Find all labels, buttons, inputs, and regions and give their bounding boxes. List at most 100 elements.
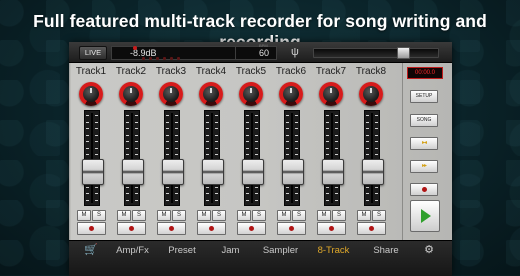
shopping-cart-icon[interactable]: 🛒 bbox=[75, 241, 107, 260]
volume-fader[interactable] bbox=[82, 110, 104, 206]
track-strip: Track7 M S bbox=[312, 66, 350, 238]
mute-button[interactable]: M bbox=[197, 210, 211, 221]
live-button[interactable]: LIVE bbox=[79, 46, 107, 60]
fader-scale-tick bbox=[326, 147, 329, 149]
fader-cap[interactable] bbox=[122, 159, 144, 185]
song-button[interactable]: SONG bbox=[410, 114, 438, 127]
fader-scale-tick bbox=[286, 154, 289, 155]
fader-scale-tick bbox=[335, 154, 338, 155]
record-arm-icon[interactable] bbox=[357, 222, 386, 235]
solo-button[interactable]: S bbox=[372, 210, 386, 221]
fader-scale-tick bbox=[326, 141, 329, 142]
fader-scale-tick bbox=[166, 115, 169, 116]
nav-tab-8track[interactable]: 8-Track bbox=[307, 241, 360, 260]
mute-button[interactable]: M bbox=[77, 210, 91, 221]
solo-button[interactable]: S bbox=[292, 210, 306, 221]
track-strip: Track1 M S bbox=[72, 66, 110, 238]
record-arm-icon[interactable] bbox=[237, 222, 266, 235]
fader-scale-tick bbox=[326, 186, 329, 188]
solo-button[interactable]: S bbox=[92, 210, 106, 221]
setup-button[interactable]: SETUP bbox=[410, 90, 438, 103]
solo-button[interactable]: S bbox=[132, 210, 146, 221]
fader-scale-tick bbox=[286, 186, 289, 188]
nav-tab-ampfx[interactable]: Amp/Fx bbox=[108, 241, 157, 260]
fader-cap[interactable] bbox=[362, 159, 384, 185]
pan-knob-icon[interactable] bbox=[159, 82, 183, 106]
fader-scale-tick bbox=[86, 147, 89, 149]
volume-fader[interactable] bbox=[122, 110, 144, 206]
fader-scale-tick bbox=[326, 121, 329, 123]
record-arm-icon[interactable] bbox=[77, 222, 106, 235]
fader-scale-tick bbox=[295, 193, 298, 194]
record-arm-icon[interactable] bbox=[317, 222, 346, 235]
nav-tab-preset[interactable]: Preset bbox=[157, 241, 207, 260]
solo-button[interactable]: S bbox=[172, 210, 186, 221]
nav-tab-sampler[interactable]: Sampler bbox=[254, 241, 307, 260]
mute-button[interactable]: M bbox=[117, 210, 131, 221]
pan-knob-icon[interactable] bbox=[239, 82, 263, 106]
fader-cap[interactable] bbox=[82, 159, 104, 185]
master-volume-slider[interactable] bbox=[313, 47, 439, 59]
nav-tab-jam[interactable]: Jam bbox=[207, 241, 254, 260]
solo-button[interactable]: S bbox=[332, 210, 346, 221]
fader-scale-tick bbox=[335, 141, 338, 142]
fader-cap[interactable] bbox=[242, 159, 264, 185]
fader-scale-tick bbox=[86, 128, 89, 129]
volume-fader[interactable] bbox=[322, 110, 344, 206]
mute-button[interactable]: M bbox=[317, 210, 331, 221]
volume-fader[interactable] bbox=[362, 110, 384, 206]
fader-scale-tick bbox=[175, 186, 178, 188]
mute-button[interactable]: M bbox=[277, 210, 291, 221]
fader-scale-tick bbox=[86, 121, 89, 123]
volume-fader[interactable] bbox=[202, 110, 224, 206]
master-volume-thumb[interactable] bbox=[397, 47, 410, 59]
fader-scale-tick bbox=[215, 121, 218, 123]
tuning-fork-icon[interactable]: ψ bbox=[291, 46, 299, 58]
pan-knob-icon[interactable] bbox=[119, 82, 143, 106]
rewind-to-start-icon[interactable]: ▸◂ bbox=[410, 137, 438, 150]
gear-icon[interactable]: ⚙ bbox=[412, 241, 446, 260]
fader-scale-tick bbox=[175, 121, 178, 123]
record-arm-icon[interactable] bbox=[197, 222, 226, 235]
volume-fader[interactable] bbox=[162, 110, 184, 206]
nav-tab-share[interactable]: Share bbox=[360, 241, 412, 260]
pan-knob-icon[interactable] bbox=[79, 82, 103, 106]
fader-cap[interactable] bbox=[322, 159, 344, 185]
fader-scale-tick bbox=[255, 154, 258, 155]
fader-scale-tick bbox=[175, 147, 178, 149]
tempo-display[interactable]: 60 bbox=[235, 46, 277, 60]
mute-button[interactable]: M bbox=[357, 210, 371, 221]
pan-knob-icon[interactable] bbox=[279, 82, 303, 106]
solo-button[interactable]: S bbox=[212, 210, 226, 221]
fader-cap[interactable] bbox=[282, 159, 304, 185]
mute-button[interactable]: M bbox=[157, 210, 171, 221]
pan-knob-icon[interactable] bbox=[319, 82, 343, 106]
mixer-panel: 00:00.0 SETUP SONG ▸◂ ▸▸ Track1 M S Track2 M… bbox=[69, 63, 452, 240]
fader-scale-tick bbox=[175, 154, 178, 155]
fader-scale-tick bbox=[255, 115, 258, 116]
fast-forward-icon[interactable]: ▸▸ bbox=[410, 160, 438, 173]
volume-fader[interactable] bbox=[242, 110, 264, 206]
fader-scale-tick bbox=[286, 134, 289, 136]
fader-scale-tick bbox=[95, 121, 98, 123]
volume-fader[interactable] bbox=[282, 110, 304, 206]
record-arm-icon[interactable] bbox=[277, 222, 306, 235]
record-arm-icon[interactable] bbox=[117, 222, 146, 235]
mute-button[interactable]: M bbox=[237, 210, 251, 221]
fader-cap[interactable] bbox=[202, 159, 224, 185]
pan-knob-icon[interactable] bbox=[359, 82, 383, 106]
track-label: Track7 bbox=[315, 66, 347, 77]
record-arm-icon[interactable] bbox=[157, 222, 186, 235]
fader-scale-tick bbox=[166, 128, 169, 129]
pan-knob-icon[interactable] bbox=[199, 82, 223, 106]
fader-slot bbox=[331, 113, 333, 203]
track-strip: Track8 M S bbox=[352, 66, 390, 238]
fader-scale-tick bbox=[166, 147, 169, 149]
play-icon[interactable] bbox=[410, 200, 440, 232]
fader-scale-tick bbox=[375, 154, 378, 155]
fader-cap[interactable] bbox=[162, 159, 184, 185]
record-icon[interactable] bbox=[410, 183, 438, 196]
fader-slot bbox=[251, 113, 253, 203]
fader-scale-tick bbox=[126, 199, 129, 201]
solo-button[interactable]: S bbox=[252, 210, 266, 221]
